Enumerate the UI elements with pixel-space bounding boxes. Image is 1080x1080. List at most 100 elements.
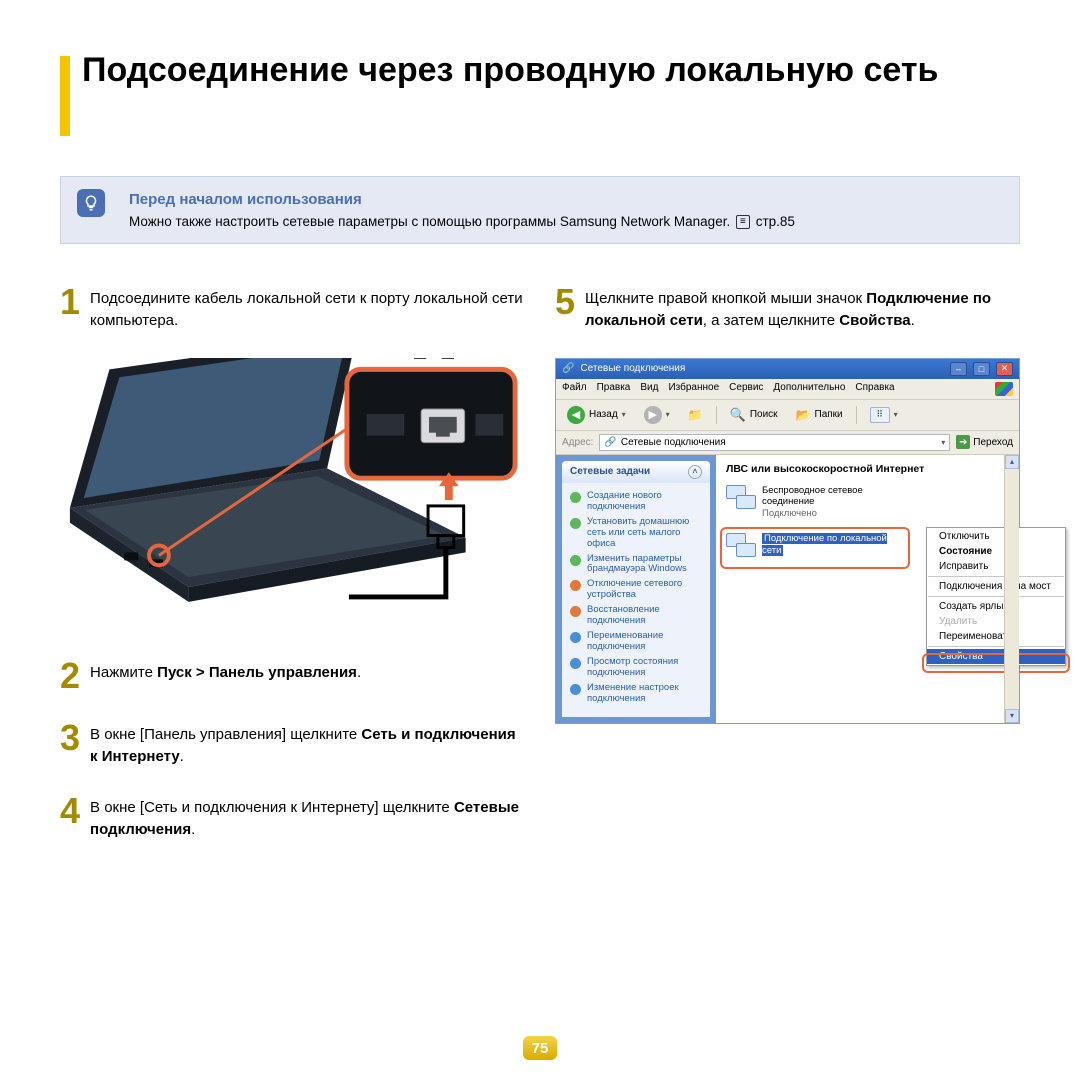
step-text: Нажмите Пуск > Панель управления. xyxy=(90,658,361,694)
ctx-rename[interactable]: Переименовать xyxy=(927,629,1065,644)
folders-button[interactable]: 📂 Папки xyxy=(791,406,848,424)
side-task-item[interactable]: Изменение настроек подключения xyxy=(570,681,702,707)
close-button[interactable]: ✕ xyxy=(996,362,1013,376)
task-label: Изменение настроек подключения xyxy=(587,683,702,705)
task-label: Установить домашнюю сеть или сеть малого… xyxy=(587,517,702,550)
step-1: 1 Подсоедините кабель локальной сети к п… xyxy=(60,284,525,332)
tip-title: Перед началом использования xyxy=(129,191,999,208)
side-task-item[interactable]: Просмотр состояния подключения xyxy=(570,655,702,681)
wifi-connection[interactable]: Беспроводное сетевое соединение Подключе… xyxy=(726,485,901,519)
forward-icon: ▶ xyxy=(644,406,662,424)
window-titlebar[interactable]: 🔗 Сетевые подключения – □ ✕ xyxy=(556,359,1019,379)
side-task-item[interactable]: Отключение сетевого устройства xyxy=(570,577,702,603)
wifi-label: Беспроводное сетевое соединение xyxy=(762,485,901,508)
page-ref-icon: ≡ xyxy=(736,215,750,229)
highlight-properties xyxy=(922,653,1070,673)
task-icon xyxy=(570,632,581,643)
collapse-icon[interactable]: ˄ xyxy=(688,465,702,479)
step-number: 5 xyxy=(555,284,575,332)
window-icon: 🔗 xyxy=(562,363,574,374)
context-menu[interactable]: Отключить Состояние Исправить Подключени… xyxy=(926,527,1066,666)
dropdown-icon[interactable]: ▾ xyxy=(622,410,626,419)
window-title: Сетевые подключения xyxy=(580,363,685,374)
address-value: Сетевые подключения xyxy=(621,437,726,448)
ctx-delete[interactable]: Удалить xyxy=(927,614,1065,629)
category-header: ЛВС или высокоскоростной Интернет xyxy=(726,463,1009,477)
menu-file[interactable]: Файл xyxy=(562,382,587,396)
menu-view[interactable]: Вид xyxy=(640,382,658,396)
step-text: Щелкните правой кнопкой мыши значок Подк… xyxy=(585,284,1020,332)
laptop-figure xyxy=(60,358,525,638)
tip-box: Перед началом использования Можно также … xyxy=(60,176,1020,244)
task-label: Создание нового подключения xyxy=(587,491,702,513)
tip-page-ref: стр.85 xyxy=(756,214,795,229)
view-button[interactable]: ⠿▾ xyxy=(865,405,903,425)
task-icon xyxy=(570,518,581,529)
page-number: 75 xyxy=(523,1036,557,1060)
page-title: Подсоединение через проводную локальную … xyxy=(82,50,938,91)
up-button[interactable]: 📁 xyxy=(683,406,708,424)
step-number: 3 xyxy=(60,720,80,768)
address-bar: Адрес: 🔗 Сетевые подключения ▾ ➔ Переход xyxy=(556,431,1019,455)
menu-help[interactable]: Справка xyxy=(855,382,894,396)
highlight-lan xyxy=(720,527,910,569)
scroll-down-button[interactable]: ▾ xyxy=(1005,709,1019,723)
step-5: 5 Щелкните правой кнопкой мыши значок По… xyxy=(555,284,1020,332)
windows-logo-icon xyxy=(995,382,1013,396)
task-icon xyxy=(570,492,581,503)
task-label: Восстановление подключения xyxy=(587,605,702,627)
menu-advanced[interactable]: Дополнительно xyxy=(773,382,845,396)
side-task-item[interactable]: Восстановление подключения xyxy=(570,603,702,629)
side-panel-header[interactable]: Сетевые задачи ˄ xyxy=(562,461,710,483)
wifi-status: Подключено xyxy=(762,508,901,519)
connection-icon xyxy=(726,485,756,511)
ctx-status[interactable]: Состояние xyxy=(927,544,1065,559)
search-button[interactable]: 🔍 Поиск xyxy=(725,405,783,425)
side-task-item[interactable]: Установить домашнюю сеть или сеть малого… xyxy=(570,515,702,552)
forward-button[interactable]: ▶ ▾ xyxy=(639,404,675,426)
task-label: Переименование подключения xyxy=(587,631,702,653)
ctx-shortcut[interactable]: Создать ярлык xyxy=(927,599,1065,614)
main-pane[interactable]: ЛВС или высокоскоростной Интернет Беспро… xyxy=(716,455,1019,723)
step-text: В окне [Сеть и подключения к Интернету] … xyxy=(90,793,525,841)
address-icon: 🔗 xyxy=(604,437,616,448)
side-task-item[interactable]: Изменить параметры брандмауэра Windows xyxy=(570,552,702,578)
task-icon xyxy=(570,658,581,669)
dropdown-icon[interactable]: ▾ xyxy=(666,410,670,419)
folder-up-icon: 📁 xyxy=(688,408,703,422)
title-accent xyxy=(60,56,70,136)
dropdown-icon[interactable]: ▾ xyxy=(941,438,945,447)
step-number: 4 xyxy=(60,793,80,841)
minimize-button[interactable]: – xyxy=(950,362,967,376)
screenshot-network-connections: 🔗 Сетевые подключения – □ ✕ Файл Правка … xyxy=(555,358,1020,724)
back-icon: ◀ xyxy=(567,406,585,424)
ctx-bridge[interactable]: Подключения типа мост xyxy=(927,579,1065,594)
step-text: В окне [Панель управления] щелкните Сеть… xyxy=(90,720,525,768)
scrollbar[interactable]: ▴ ▾ xyxy=(1004,455,1019,723)
side-task-item[interactable]: Создание нового подключения xyxy=(570,489,702,515)
maximize-button[interactable]: □ xyxy=(973,362,990,376)
ctx-repair[interactable]: Исправить xyxy=(927,559,1065,574)
step-number: 1 xyxy=(60,284,80,332)
toolbar: ◀ Назад ▾ ▶ ▾ 📁 🔍 Поиск xyxy=(556,400,1019,431)
step-text: Подсоедините кабель локальной сети к пор… xyxy=(90,284,525,332)
menu-tools[interactable]: Сервис xyxy=(729,382,763,396)
address-input[interactable]: 🔗 Сетевые подключения ▾ xyxy=(599,434,950,451)
task-icon xyxy=(570,684,581,695)
step-number: 2 xyxy=(60,658,80,694)
menu-edit[interactable]: Правка xyxy=(597,382,631,396)
menu-favorites[interactable]: Избранное xyxy=(668,382,719,396)
scroll-up-button[interactable]: ▴ xyxy=(1005,455,1019,469)
side-panel: Сетевые задачи ˄ Создание нового подключ… xyxy=(556,455,716,723)
back-button[interactable]: ◀ Назад ▾ xyxy=(562,404,631,426)
view-icon: ⠿ xyxy=(870,407,890,423)
step-2: 2 Нажмите Пуск > Панель управления. xyxy=(60,658,525,694)
menubar[interactable]: Файл Правка Вид Избранное Сервис Дополни… xyxy=(556,379,1019,400)
task-label: Просмотр состояния подключения xyxy=(587,657,702,679)
lightbulb-icon xyxy=(77,189,105,217)
go-button[interactable]: ➔ Переход xyxy=(956,435,1013,449)
tip-body: Можно также настроить сетевые параметры … xyxy=(129,214,999,229)
search-icon: 🔍 xyxy=(730,407,746,423)
ctx-disable[interactable]: Отключить xyxy=(927,529,1065,544)
side-task-item[interactable]: Переименование подключения xyxy=(570,629,702,655)
